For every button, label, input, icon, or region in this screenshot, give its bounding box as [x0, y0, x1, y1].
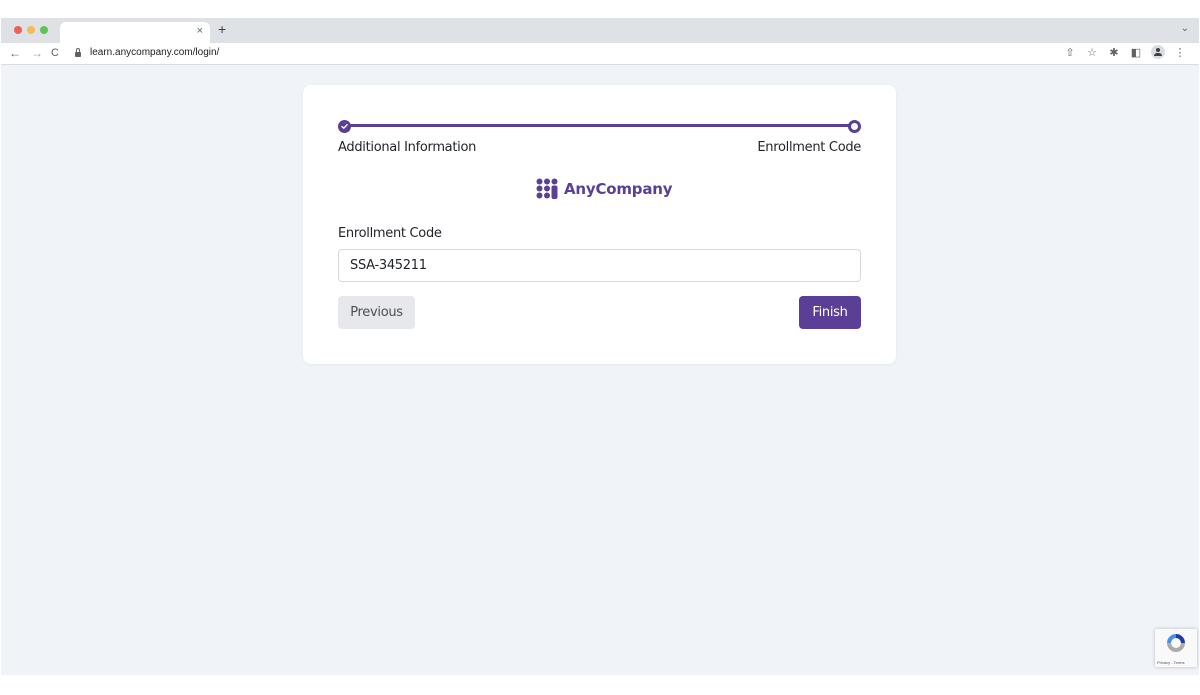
- bookmark-star-icon[interactable]: ☆: [1081, 46, 1103, 63]
- enrollment-code-input[interactable]: [338, 249, 861, 282]
- company-name: AnyCompany: [564, 179, 673, 198]
- stepper-track: [344, 124, 855, 127]
- browser-menu-icon[interactable]: ⋮: [1169, 46, 1191, 63]
- url-text[interactable]: learn.anycompany.com/login/: [90, 47, 219, 58]
- step-current-indicator: [848, 120, 861, 133]
- extensions-puzzle-icon[interactable]: ✱: [1103, 46, 1125, 63]
- previous-button[interactable]: Previous: [338, 296, 415, 329]
- navigation-bar: ← → C learn.anycompany.com/login/ ⇧ ☆ ✱ …: [1, 43, 1199, 65]
- side-panel-icon[interactable]: ◧: [1125, 46, 1147, 63]
- step-label-additional-information: Additional Information: [338, 140, 477, 155]
- forward-button[interactable]: →: [31, 46, 43, 60]
- browser-window: × + ⌄ ← → C learn.anycompany.com/login/ …: [1, 18, 1199, 675]
- step-label-enrollment-code: Enrollment Code: [757, 140, 861, 155]
- lock-icon: [75, 48, 81, 57]
- profile-button[interactable]: [1147, 45, 1169, 63]
- page-content: Additional Information Enrollment Code A…: [1, 66, 1199, 675]
- recaptcha-privacy-terms[interactable]: Privacy - Terms: [1157, 660, 1184, 665]
- enrollment-code-label: Enrollment Code: [338, 226, 442, 241]
- browser-toolbar: ⇧ ☆ ✱ ◧ ⋮: [1059, 45, 1191, 63]
- close-window-button[interactable]: [14, 26, 22, 34]
- enrollment-card: Additional Information Enrollment Code A…: [303, 85, 896, 364]
- minimize-window-button[interactable]: [27, 26, 35, 34]
- reload-button[interactable]: C: [51, 47, 59, 59]
- tab-bar: × + ⌄: [1, 18, 1199, 43]
- maximize-window-button[interactable]: [40, 26, 48, 34]
- recaptcha-badge[interactable]: Privacy - Terms: [1155, 629, 1197, 667]
- progress-stepper: [338, 120, 861, 133]
- tab-search-chevron-icon[interactable]: ⌄: [1181, 23, 1189, 34]
- back-button[interactable]: ←: [9, 46, 21, 60]
- browser-tab[interactable]: ×: [60, 22, 210, 43]
- address-bar[interactable]: learn.anycompany.com/login/: [69, 45, 1069, 62]
- new-tab-button[interactable]: +: [218, 21, 226, 37]
- finish-button[interactable]: Finish: [799, 296, 861, 329]
- company-logo: AnyCompany: [536, 178, 673, 199]
- share-icon[interactable]: ⇧: [1059, 46, 1081, 63]
- step-completed-indicator: [338, 120, 351, 133]
- recaptcha-icon: [1167, 634, 1185, 652]
- checkmark-icon: [341, 124, 348, 129]
- logo-grid-icon: [536, 178, 558, 199]
- tab-close-icon[interactable]: ×: [197, 25, 203, 37]
- avatar-icon: [1151, 45, 1165, 59]
